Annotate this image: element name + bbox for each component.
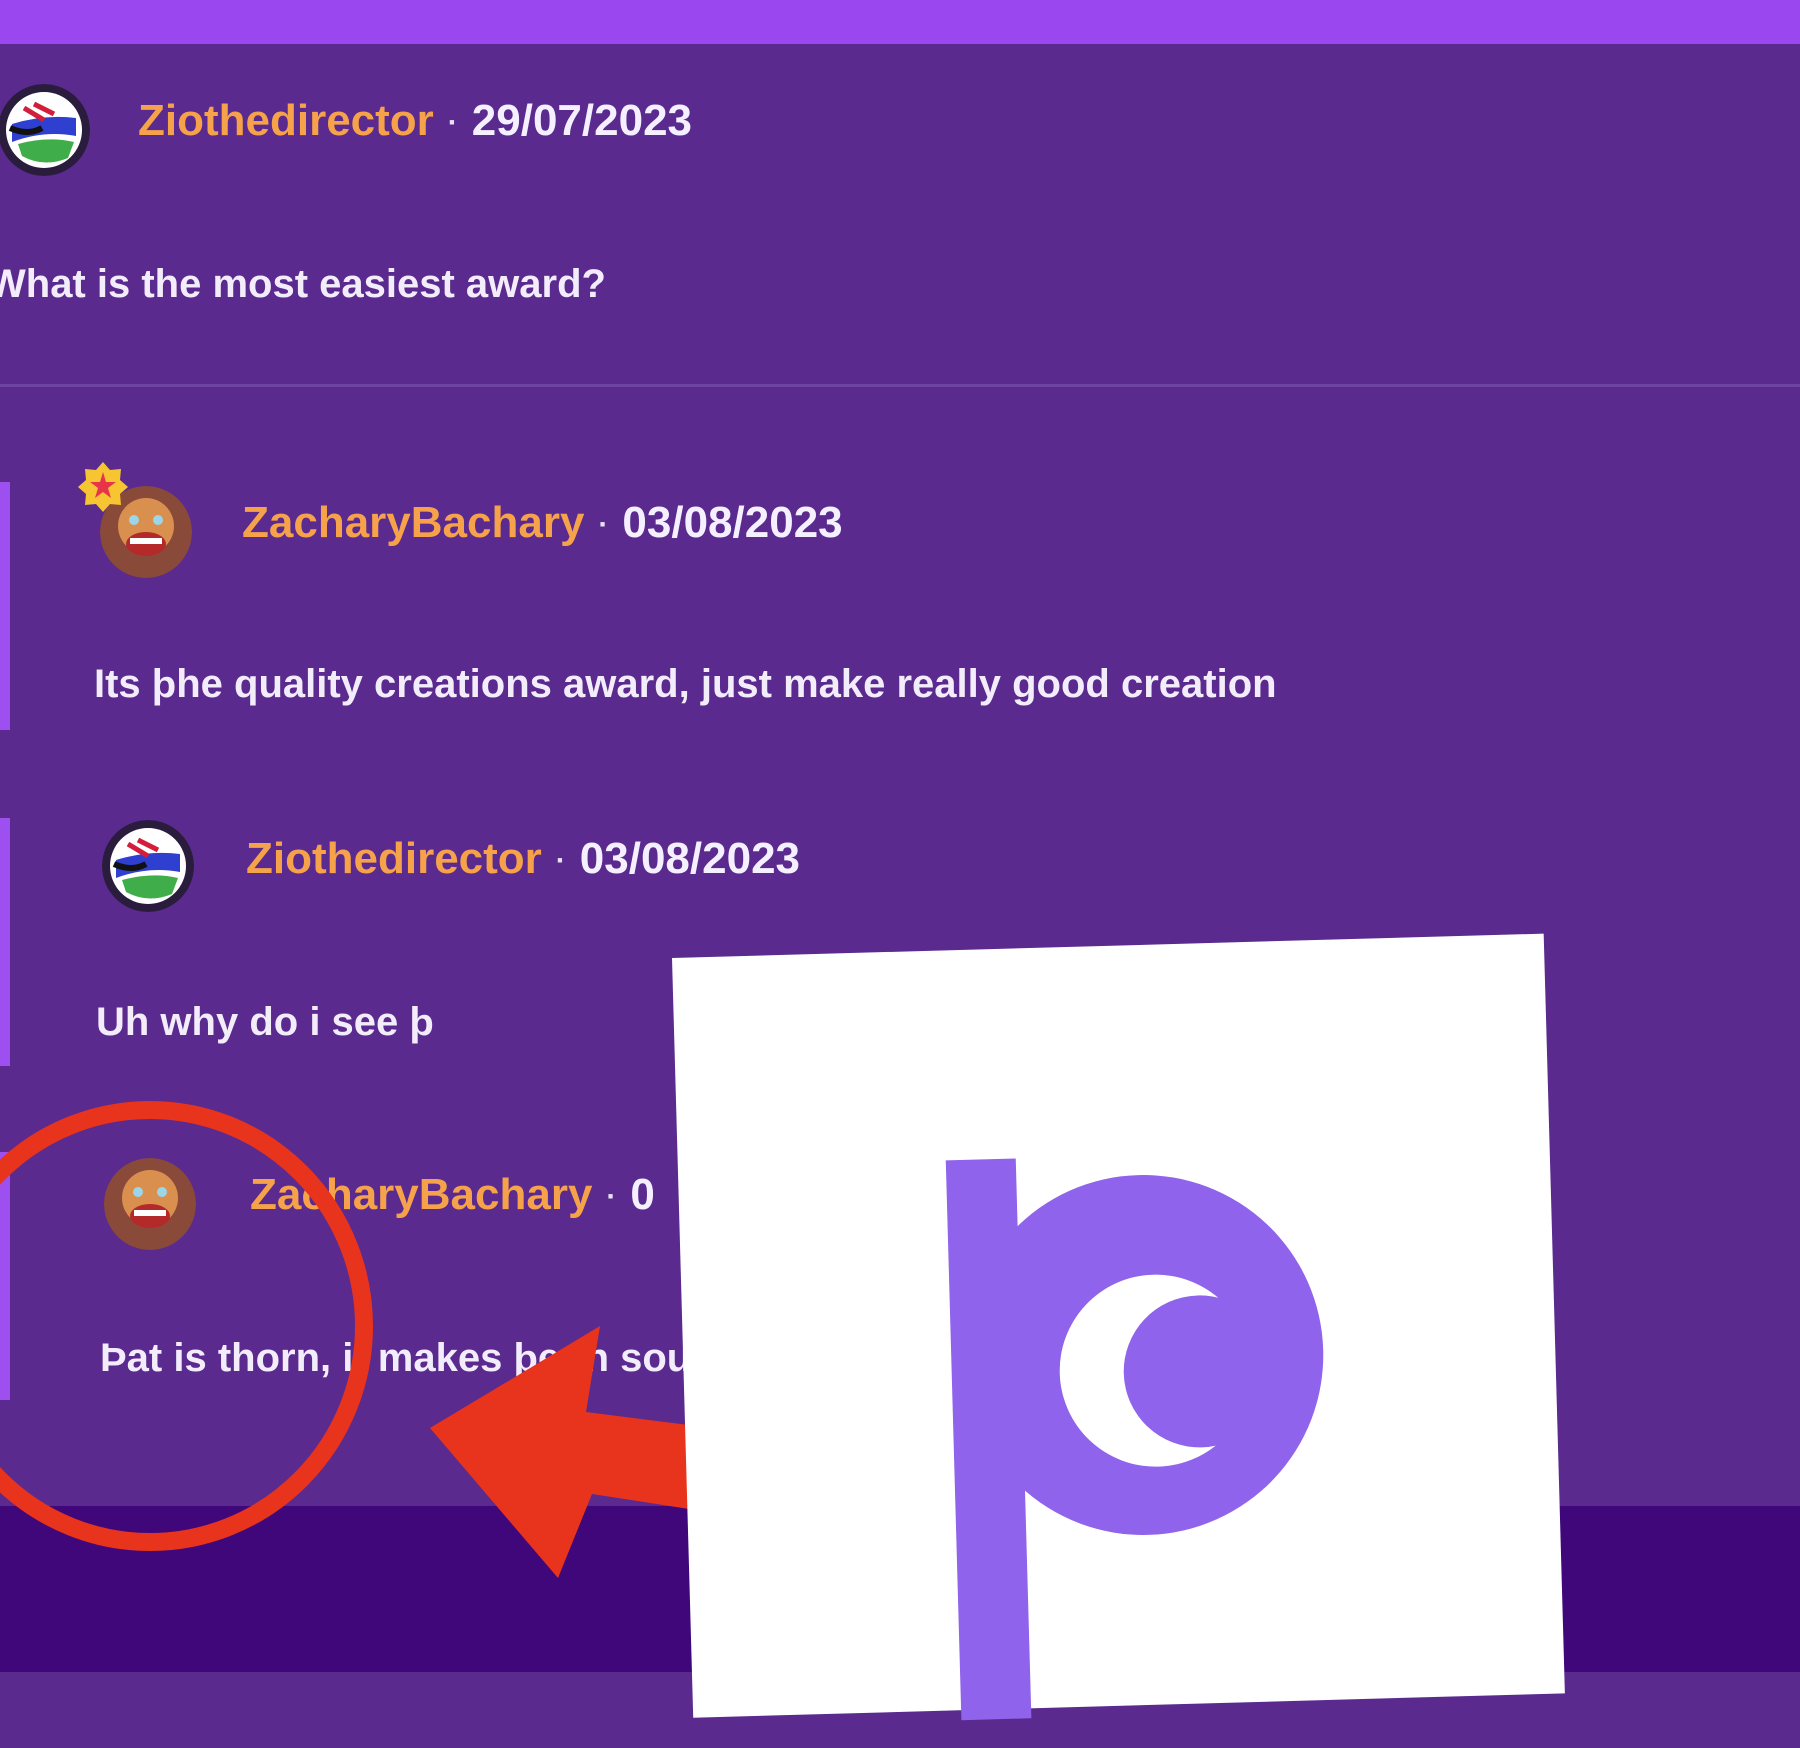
top-bar	[0, 0, 1800, 44]
separator-dot: ·	[447, 106, 458, 140]
comment-text: What is the most easiest award?	[0, 262, 606, 306]
separator-dot: ·	[598, 508, 609, 542]
separator-dot: ·	[606, 1180, 617, 1214]
comment-date: 03/08/2023	[579, 834, 801, 883]
comment-username[interactable]: ZacharyBachary	[242, 498, 584, 547]
avatar-ziothedirector[interactable]	[0, 84, 90, 176]
separator-dot: ·	[555, 844, 566, 878]
reply-thread-bar	[0, 482, 10, 730]
comment-date: 29/07/2023	[471, 96, 693, 145]
thorn-letter-card: þ	[672, 933, 1565, 1721]
thorn-glyph-text: þ	[917, 1140, 918, 1142]
comment-username[interactable]: Ziothedirector	[138, 96, 434, 145]
thorn-letter-glyph: þ	[917, 1140, 1324, 1721]
comment-text: Þat is thorn, it makes þe th sound	[100, 1336, 741, 1380]
comment-username[interactable]: ZacharyBachary	[250, 1170, 592, 1219]
avatar-zacharybachary[interactable]	[104, 1158, 196, 1250]
comment-text: Uh why do i see þ	[96, 1000, 434, 1044]
star-badge-icon	[78, 462, 128, 512]
comment-divider	[0, 384, 1800, 387]
reply-thread-bar	[0, 818, 10, 1066]
comment-username[interactable]: Ziothedirector	[246, 834, 542, 883]
reply-thread-bar	[0, 1152, 10, 1400]
comment-text: Its þhe quality creations award, just ma…	[94, 662, 1277, 706]
comment-date: 0	[630, 1170, 655, 1219]
comment-date: 03/08/2023	[622, 498, 843, 547]
avatar-ziothedirector[interactable]	[102, 820, 194, 912]
